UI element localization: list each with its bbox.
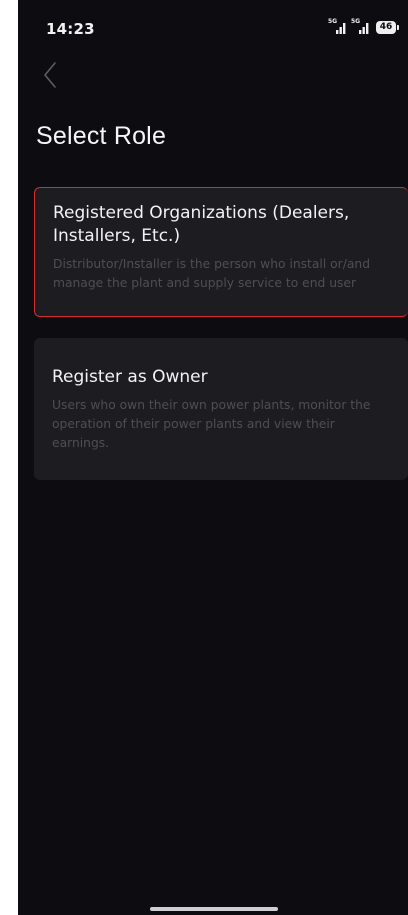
- home-indicator[interactable]: [150, 907, 278, 911]
- status-icons: 5G 5G 46: [328, 18, 399, 36]
- page-title: Select Role: [36, 122, 167, 150]
- role-card-title: Registered Organizations (Dealers, Insta…: [53, 203, 350, 246]
- role-card-description: Distributor/Installer is the person who …: [53, 257, 371, 290]
- chevron-left-icon: [44, 62, 56, 88]
- back-button[interactable]: [34, 58, 66, 92]
- role-card-description: Users who own their own power plants, mo…: [52, 398, 371, 450]
- role-card-title: Register as Owner: [52, 367, 208, 387]
- battery-icon: 46: [376, 20, 399, 34]
- battery-level: 46: [379, 22, 393, 32]
- app-screen: 14:23 5G 5G 46 Select Role Registered Or…: [18, 0, 408, 915]
- cellular-signal-icon: 5G: [328, 18, 348, 35]
- role-card-owner[interactable]: Register as Owner Users who own their ow…: [34, 338, 408, 480]
- status-bar: 14:23 5G 5G 46: [18, 0, 408, 56]
- cellular-signal-icon: 5G: [351, 18, 371, 35]
- role-card-registered-organizations[interactable]: Registered Organizations (Dealers, Insta…: [34, 187, 408, 317]
- status-time: 14:23: [46, 20, 95, 38]
